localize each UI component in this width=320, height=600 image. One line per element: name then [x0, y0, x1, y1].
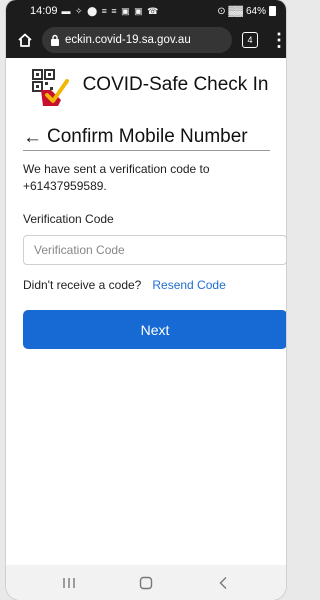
- status-right: ⊙ ▓▓ 64%: [217, 6, 276, 17]
- back-nav-button[interactable]: [208, 571, 238, 595]
- back-arrow-icon[interactable]: ←: [23, 128, 42, 147]
- back-chevron-icon: [219, 576, 227, 589]
- url-text: eckin.covid-19.sa.gov.au: [65, 34, 191, 46]
- next-button[interactable]: Next: [23, 310, 286, 349]
- notification-icons: ▬ ✧ ⬤ ≡ ≡ ▣ ▣ ☎: [61, 5, 160, 16]
- android-nav-bar: [6, 565, 286, 600]
- url-field[interactable]: eckin.covid-19.sa.gov.au: [42, 27, 232, 53]
- app-header: COVID-Safe Check In: [23, 66, 270, 124]
- browser-menu-button[interactable]: ⋮: [270, 31, 286, 49]
- resend-row: Didn't receive a code? Resend Code: [23, 278, 270, 292]
- home-icon: [18, 33, 32, 47]
- lock-icon: [51, 34, 59, 46]
- status-time: 14:09: [30, 5, 58, 17]
- home-nav-button[interactable]: [131, 571, 161, 595]
- status-bar: 14:09 ▬ ✧ ⬤ ≡ ≡ ▣ ▣ ☎ ⊙ ▓▓ 64%: [6, 0, 286, 22]
- verification-message: We have sent a verification code to +614…: [23, 162, 210, 193]
- app-logo: [31, 68, 71, 108]
- battery-percent: 64%: [245, 5, 266, 17]
- verification-code-label: Verification Code: [23, 212, 114, 226]
- home-square-icon: [139, 576, 153, 589]
- page-title: Confirm Mobile Number: [47, 126, 248, 147]
- status-left: 14:09 ▬ ✧ ⬤ ≡ ≡ ▣ ▣ ☎: [30, 5, 159, 17]
- phone-screen: 14:09 ▬ ✧ ⬤ ≡ ≡ ▣ ▣ ☎ ⊙ ▓▓ 64% eckin.cov…: [6, 0, 286, 600]
- resend-prompt: Didn't receive a code?: [23, 278, 142, 292]
- signal-icon: ⊙ ▓▓: [217, 5, 243, 17]
- qr-check-logo-icon: [32, 69, 69, 106]
- battery-icon: [269, 6, 276, 16]
- home-button[interactable]: [14, 29, 36, 51]
- tab-switcher-button[interactable]: 4: [242, 32, 258, 48]
- main-content: COVID-Safe Check In ← Confirm Mobile Num…: [6, 58, 286, 349]
- app-title: COVID-Safe Check In: [82, 74, 269, 95]
- recent-apps-button[interactable]: [54, 571, 84, 595]
- page-title-row: ← Confirm Mobile Number: [23, 126, 270, 151]
- verification-code-input[interactable]: [23, 235, 286, 265]
- recent-apps-icon: [62, 577, 75, 588]
- resend-code-link[interactable]: Resend Code: [152, 278, 225, 292]
- browser-toolbar: eckin.covid-19.sa.gov.au 4 ⋮: [6, 22, 286, 58]
